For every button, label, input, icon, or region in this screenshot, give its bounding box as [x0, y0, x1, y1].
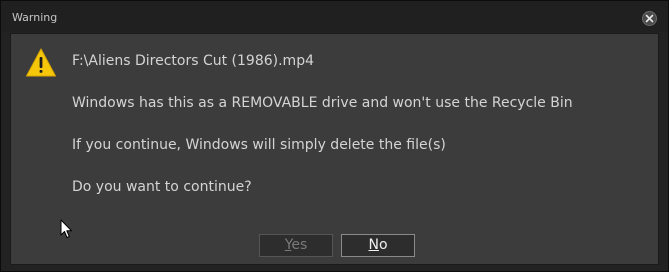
dialog-body: F:\Aliens Directors Cut (1986).mp4 Windo… — [10, 33, 659, 265]
file-path-text: F:\Aliens Directors Cut (1986).mp4 — [72, 53, 314, 69]
close-button[interactable] — [642, 11, 657, 26]
title-bar[interactable]: Warning — [1, 1, 668, 32]
no-label-rest: o — [378, 237, 388, 253]
delete-warning-text: If you continue, Windows will simply del… — [72, 137, 446, 153]
removable-drive-text: Windows has this as a REMOVABLE drive an… — [72, 95, 573, 111]
warning-dialog: Warning F:\Aliens Directors Cut (1986).m… — [0, 0, 669, 272]
no-button[interactable]: No — [341, 234, 415, 257]
no-mnemonic: N — [368, 237, 379, 253]
window-title: Warning — [12, 11, 58, 24]
close-icon — [645, 14, 654, 23]
yes-button[interactable]: Yes — [259, 234, 333, 257]
confirm-question-text: Do you want to continue? — [72, 179, 252, 195]
warning-icon — [26, 48, 56, 77]
yes-label-rest: es — [291, 237, 308, 253]
mouse-cursor-icon — [60, 219, 72, 238]
